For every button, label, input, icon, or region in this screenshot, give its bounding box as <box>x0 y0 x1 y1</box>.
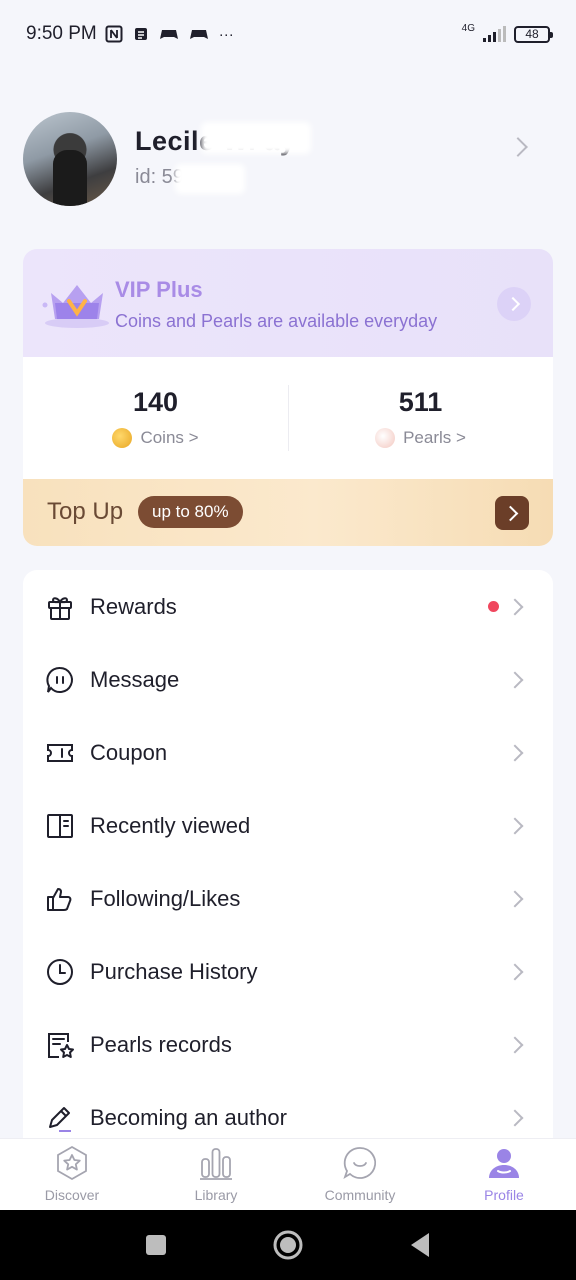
vip-title: VIP Plus <box>115 277 203 302</box>
book-icon <box>45 811 75 841</box>
coins-value: 140 <box>132 387 179 417</box>
document-icon <box>134 28 147 40</box>
coins-label-row: Coins > <box>23 428 288 448</box>
top-up-arrow-button[interactable] <box>495 496 529 530</box>
nfc-icon <box>105 25 123 43</box>
vip-crown-icon <box>42 285 109 328</box>
pearl-icon <box>375 428 396 448</box>
back-triangle-icon <box>411 1233 429 1257</box>
menu-item-purchase-history[interactable]: Purchase History <box>23 935 553 1008</box>
menu-label: Recently viewed <box>90 812 251 838</box>
top-up-label: Top Up <box>47 498 124 525</box>
nav-label: Discover <box>44 1187 100 1203</box>
coins-label: Coins > <box>140 428 199 447</box>
chat-bubble-icon <box>343 1147 377 1180</box>
status-bar: 9:50 PM ··· 4G 48 <box>0 0 576 68</box>
chevron-right-icon <box>506 890 524 907</box>
menu-label: Pearls records <box>90 1031 232 1057</box>
coin-icon <box>112 428 133 448</box>
profile-menu: Rewards Message Coupon Recently viewed F… <box>23 570 553 1138</box>
nav-label: Community <box>324 1187 396 1203</box>
gamepad-icon <box>189 30 208 39</box>
chevron-right-icon <box>506 817 524 834</box>
pearls-balance[interactable]: 511 Pearls > <box>288 357 553 479</box>
status-time: 9:50 PM <box>26 23 97 44</box>
square-icon <box>146 1235 166 1255</box>
message-icon <box>45 665 75 695</box>
home-button[interactable] <box>258 1210 318 1280</box>
status-notification-icons: ··· <box>105 25 234 43</box>
vip-arrow-button[interactable] <box>497 287 531 321</box>
nav-community[interactable]: Community <box>288 1139 432 1211</box>
nav-label: Profile <box>484 1187 524 1203</box>
gift-icon <box>45 592 75 622</box>
vip-plus-card[interactable]: VIP Plus Coins and Pearls are available … <box>23 249 553 357</box>
thumbs-up-icon <box>45 884 75 914</box>
menu-label: Becoming an author <box>90 1104 287 1130</box>
vip-subtitle: Coins and Pearls are available everyday <box>115 311 438 331</box>
bar-chart-icon <box>200 1148 232 1180</box>
nav-library[interactable]: Library <box>144 1139 288 1211</box>
back-button[interactable] <box>390 1210 450 1280</box>
notification-dot <box>488 601 499 612</box>
menu-item-becoming-author[interactable]: Becoming an author <box>23 1081 553 1138</box>
chevron-right-icon <box>506 744 524 761</box>
network-type: 4G <box>461 22 475 34</box>
battery-icon: 48 <box>514 25 553 43</box>
status-right: 4G 48 <box>461 22 553 43</box>
balances-panel: 140 Coins > 511 Pearls > <box>23 357 553 479</box>
top-up-discount-badge: up to 80% <box>138 496 243 528</box>
battery-level: 48 <box>525 27 539 41</box>
nav-profile[interactable]: Profile <box>432 1139 576 1211</box>
coupon-icon <box>45 738 75 768</box>
recent-apps-button[interactable] <box>126 1210 186 1280</box>
coins-balance[interactable]: 140 Coins > <box>23 357 288 479</box>
star-document-icon <box>45 1030 75 1060</box>
chevron-right-icon <box>506 963 524 980</box>
nav-discover[interactable]: Discover <box>0 1139 144 1211</box>
menu-label: Following/Likes <box>90 885 241 911</box>
redaction-patch <box>201 122 311 154</box>
menu-label: Message <box>90 666 180 692</box>
clock-icon <box>45 957 75 987</box>
pearls-value: 511 <box>398 387 443 417</box>
star-hexagon-icon <box>57 1145 87 1181</box>
signal-icon <box>483 26 506 42</box>
chevron-right-icon <box>506 1036 524 1053</box>
bottom-navigation: Discover Library Community Profile <box>0 1138 576 1210</box>
menu-item-message[interactable]: Message <box>23 643 553 716</box>
pen-icon <box>45 1103 75 1133</box>
menu-label: Rewards <box>90 593 177 619</box>
redaction-patch <box>175 164 245 194</box>
system-navigation-bar <box>0 1210 576 1280</box>
chevron-right-icon <box>506 1109 524 1126</box>
menu-item-recently-viewed[interactable]: Recently viewed <box>23 789 553 862</box>
gamepad-icon <box>159 30 178 39</box>
chevron-right-icon[interactable] <box>508 137 528 157</box>
pearls-label-row: Pearls > <box>288 428 553 448</box>
nav-label: Library <box>194 1187 238 1203</box>
avatar[interactable] <box>23 112 117 206</box>
menu-item-coupon[interactable]: Coupon <box>23 716 553 789</box>
menu-item-rewards[interactable]: Rewards <box>23 570 553 643</box>
person-icon <box>489 1149 519 1178</box>
pearls-label: Pearls > <box>403 428 466 447</box>
menu-item-following-likes[interactable]: Following/Likes <box>23 862 553 935</box>
menu-item-pearls-records[interactable]: Pearls records <box>23 1008 553 1081</box>
more-notifications-icon: ··· <box>218 25 234 43</box>
chevron-right-icon <box>506 598 524 615</box>
circle-icon <box>273 1230 303 1260</box>
chevron-right-icon <box>506 671 524 688</box>
profile-header[interactable]: Lecile Wi ay id: 59 <box>23 112 553 208</box>
menu-label: Coupon <box>90 739 168 765</box>
top-up-banner[interactable]: Top Up up to 80% <box>23 479 553 546</box>
menu-label: Purchase History <box>90 958 258 984</box>
